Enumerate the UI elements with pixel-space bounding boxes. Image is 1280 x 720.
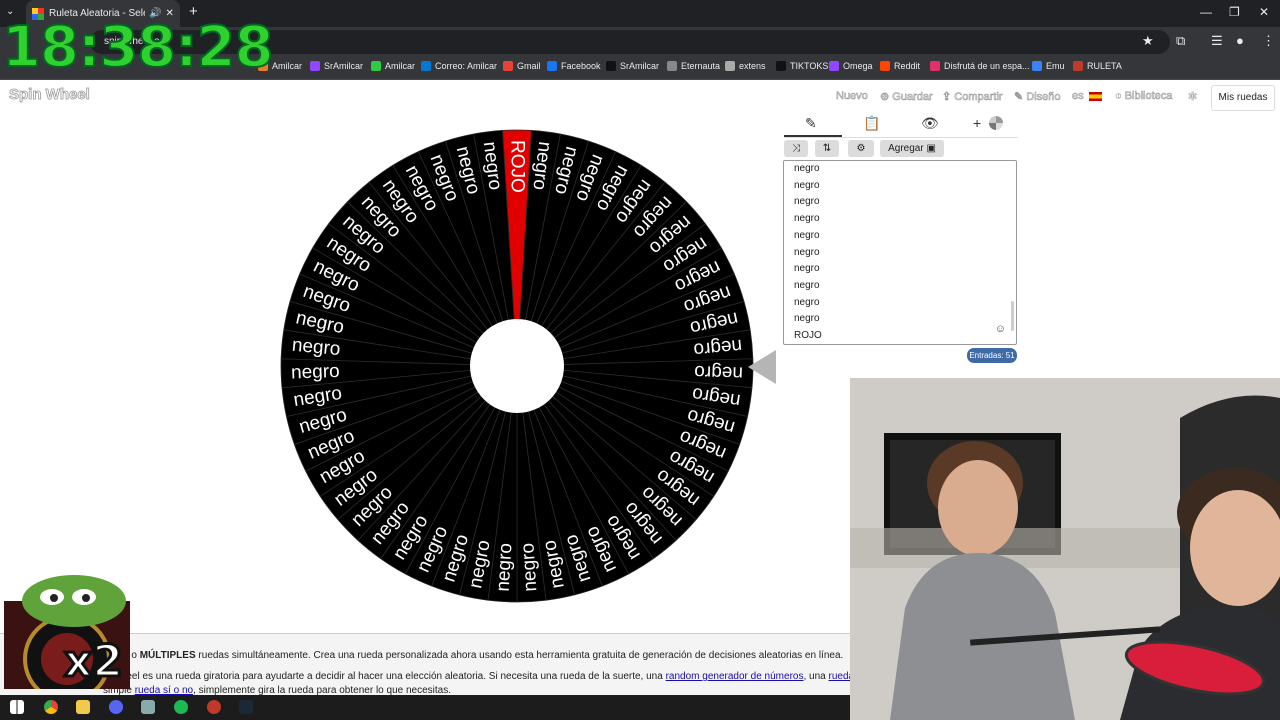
- random-numbers-link[interactable]: random generador de números: [666, 671, 804, 682]
- windows-taskbar: [0, 695, 850, 720]
- entry-line[interactable]: negro: [794, 230, 820, 241]
- wheel-thumbnail-icon: [989, 116, 1003, 130]
- sort-icon: ⇅: [822, 143, 832, 154]
- editor-tabs: ✎ 📋 👁 +: [783, 113, 1018, 137]
- shuffle-icon: ⤨: [792, 143, 800, 154]
- person-left-face: [938, 460, 1018, 556]
- pepe-roulette-emote: x2: [4, 575, 130, 689]
- image-icon: ▣: [926, 143, 936, 154]
- gear-icon: ⚙: [856, 143, 866, 154]
- sort-button[interactable]: ⇅: [815, 140, 839, 157]
- entry-line[interactable]: negro: [794, 280, 820, 291]
- wheel-segment-label: negro: [694, 361, 743, 383]
- add-wheel-icon[interactable]: +: [973, 115, 981, 131]
- wheel-segment-label: negro: [291, 361, 340, 383]
- entry-line[interactable]: negro: [794, 213, 820, 224]
- webcam-scene: [850, 378, 1280, 720]
- windows-start-icon[interactable]: [10, 700, 24, 714]
- agregar-button[interactable]: Agregar ▣: [880, 140, 944, 157]
- entry-line[interactable]: negro: [794, 297, 820, 308]
- agregar-label: Agregar: [888, 143, 924, 154]
- entry-line[interactable]: ROJO: [794, 330, 822, 341]
- desc-text: ruedas simultáneamente. Crea una rueda p…: [198, 650, 844, 661]
- entry-line[interactable]: negro: [794, 196, 820, 207]
- wheel-segment-label: negro: [693, 335, 743, 360]
- entry-line[interactable]: negro: [794, 263, 820, 274]
- entry-line[interactable]: negro: [794, 247, 820, 258]
- app-icon[interactable]: [141, 700, 155, 714]
- webcam-feed: [850, 378, 1280, 720]
- tab-divider: [784, 137, 1018, 138]
- desc-text: , una: [803, 671, 826, 682]
- entries-textarea[interactable]: ☺ negro negro negro negro negro negro negro neg…: [783, 160, 1017, 345]
- shuffle-button[interactable]: ⤨: [784, 140, 808, 157]
- discord-icon[interactable]: [109, 700, 123, 714]
- emoji-icon[interactable]: ☺: [995, 323, 1006, 335]
- emote-multiplier: x2: [64, 636, 123, 687]
- settings-button[interactable]: ⚙: [848, 140, 874, 157]
- clipboard-icon[interactable]: 📋: [863, 115, 880, 132]
- file-explorer-icon[interactable]: [76, 700, 90, 714]
- eye-off-icon[interactable]: 👁: [921, 115, 939, 132]
- description-line-1: rueda o MÚLTIPLES ruedas simultáneamente…: [103, 650, 843, 661]
- entry-line[interactable]: negro: [794, 313, 820, 324]
- entries-count-badge: Entradas: 51: [967, 348, 1017, 363]
- wheel-segment-label: negro: [517, 542, 541, 592]
- wheel-segment-label: negro: [493, 542, 517, 592]
- entry-line[interactable]: negro: [794, 180, 820, 191]
- desc-text: e Wheel es una rueda giratoria para ayud…: [103, 671, 663, 682]
- pencil-icon[interactable]: ✎: [805, 115, 817, 132]
- entry-line[interactable]: negro: [794, 163, 820, 174]
- entries-scrollbar[interactable]: [1011, 301, 1014, 331]
- wheel-pointer-icon: [748, 350, 776, 384]
- chrome-icon[interactable]: [44, 700, 58, 714]
- emote-overlay: x2: [4, 571, 130, 689]
- description-line-2: e Wheel es una rueda giratoria para ayud…: [103, 671, 885, 682]
- desc-bold: MÚLTIPLES: [139, 650, 196, 661]
- wheel-center-button[interactable]: [470, 319, 564, 413]
- steam-icon[interactable]: [239, 700, 253, 714]
- wheel-segment-label: ROJO: [507, 140, 528, 193]
- wheel-segment-label: negro: [291, 335, 341, 360]
- obs-icon[interactable]: [207, 700, 221, 714]
- spotify-icon[interactable]: [174, 700, 188, 714]
